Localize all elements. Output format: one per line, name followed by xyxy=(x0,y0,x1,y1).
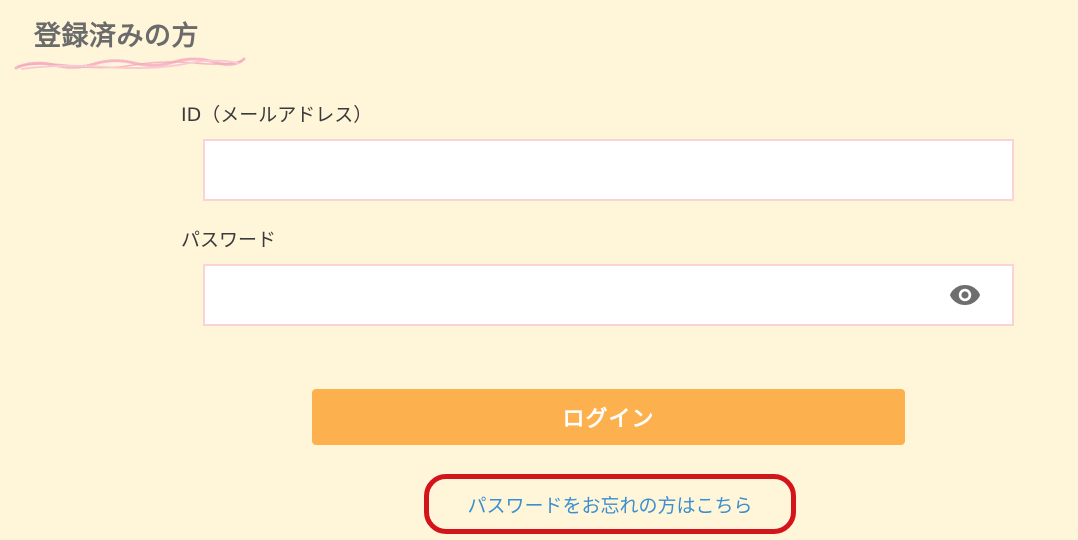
login-button[interactable]: ログイン xyxy=(312,389,905,445)
id-field-container xyxy=(203,139,1014,201)
forgot-password-link[interactable]: パスワードをお忘れの方はこちら xyxy=(467,491,752,518)
login-page: 登録済みの方 ID（メールアドレス） パスワード ログイン パスワードをお忘れの… xyxy=(0,0,1078,540)
title-decorative-underline xyxy=(14,57,246,70)
email-field[interactable] xyxy=(205,141,1012,199)
id-field-label: ID（メールアドレス） xyxy=(181,104,373,126)
password-field-container xyxy=(203,264,1014,326)
forgot-password-highlight: パスワードをお忘れの方はこちら xyxy=(424,474,796,534)
password-field[interactable] xyxy=(205,266,1012,324)
eye-icon[interactable] xyxy=(948,280,982,310)
section-title: 登録済みの方 xyxy=(34,21,199,52)
password-field-label: パスワード xyxy=(181,229,277,251)
